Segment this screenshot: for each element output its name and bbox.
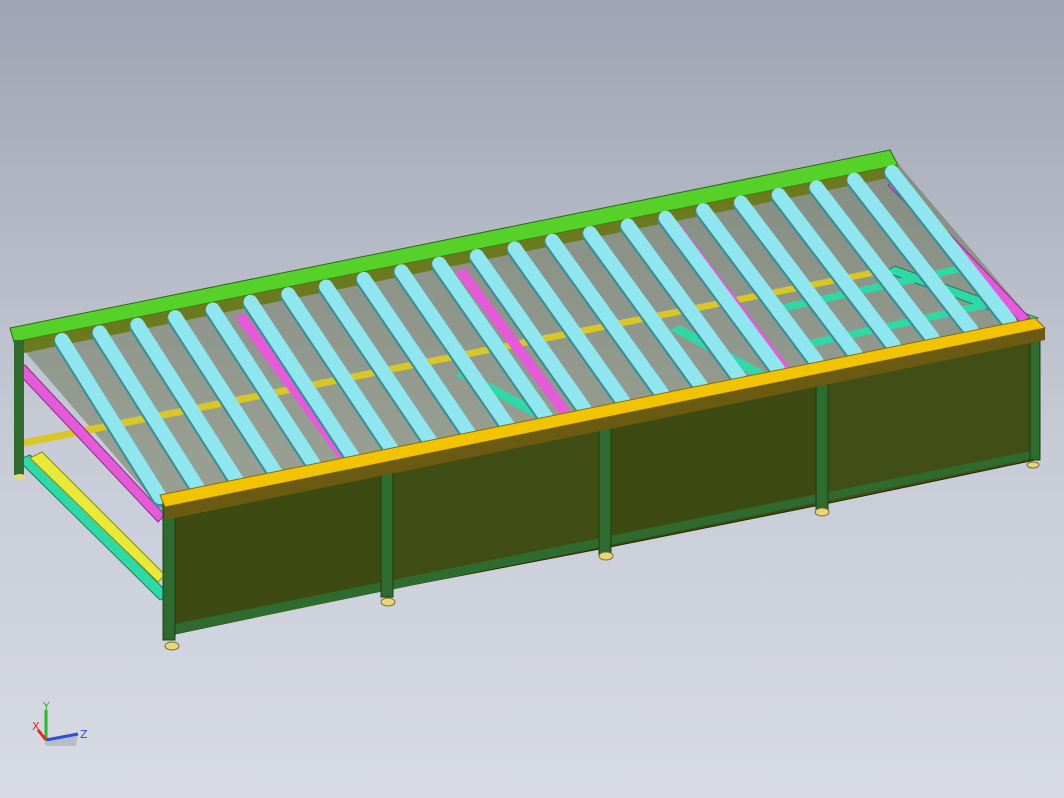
front-post [162,499,176,641]
roller-conveyor-model[interactable] [0,0,1064,798]
foot [598,551,614,561]
front-post [815,367,829,511]
y-axis-label: Y [42,700,50,713]
coordinate-triad: Y Z X [32,700,88,746]
graphics-viewport[interactable]: Y Z X [0,0,1064,798]
left-back-post [14,340,24,475]
front-post [598,409,612,556]
foot [164,641,180,651]
foot [1026,461,1040,469]
front-post [380,454,394,598]
foot [14,474,26,480]
x-axis-label: X [32,720,40,733]
z-axis-label: Z [80,728,88,741]
front-post [1029,324,1041,461]
foot [814,507,830,517]
foot [380,597,396,607]
